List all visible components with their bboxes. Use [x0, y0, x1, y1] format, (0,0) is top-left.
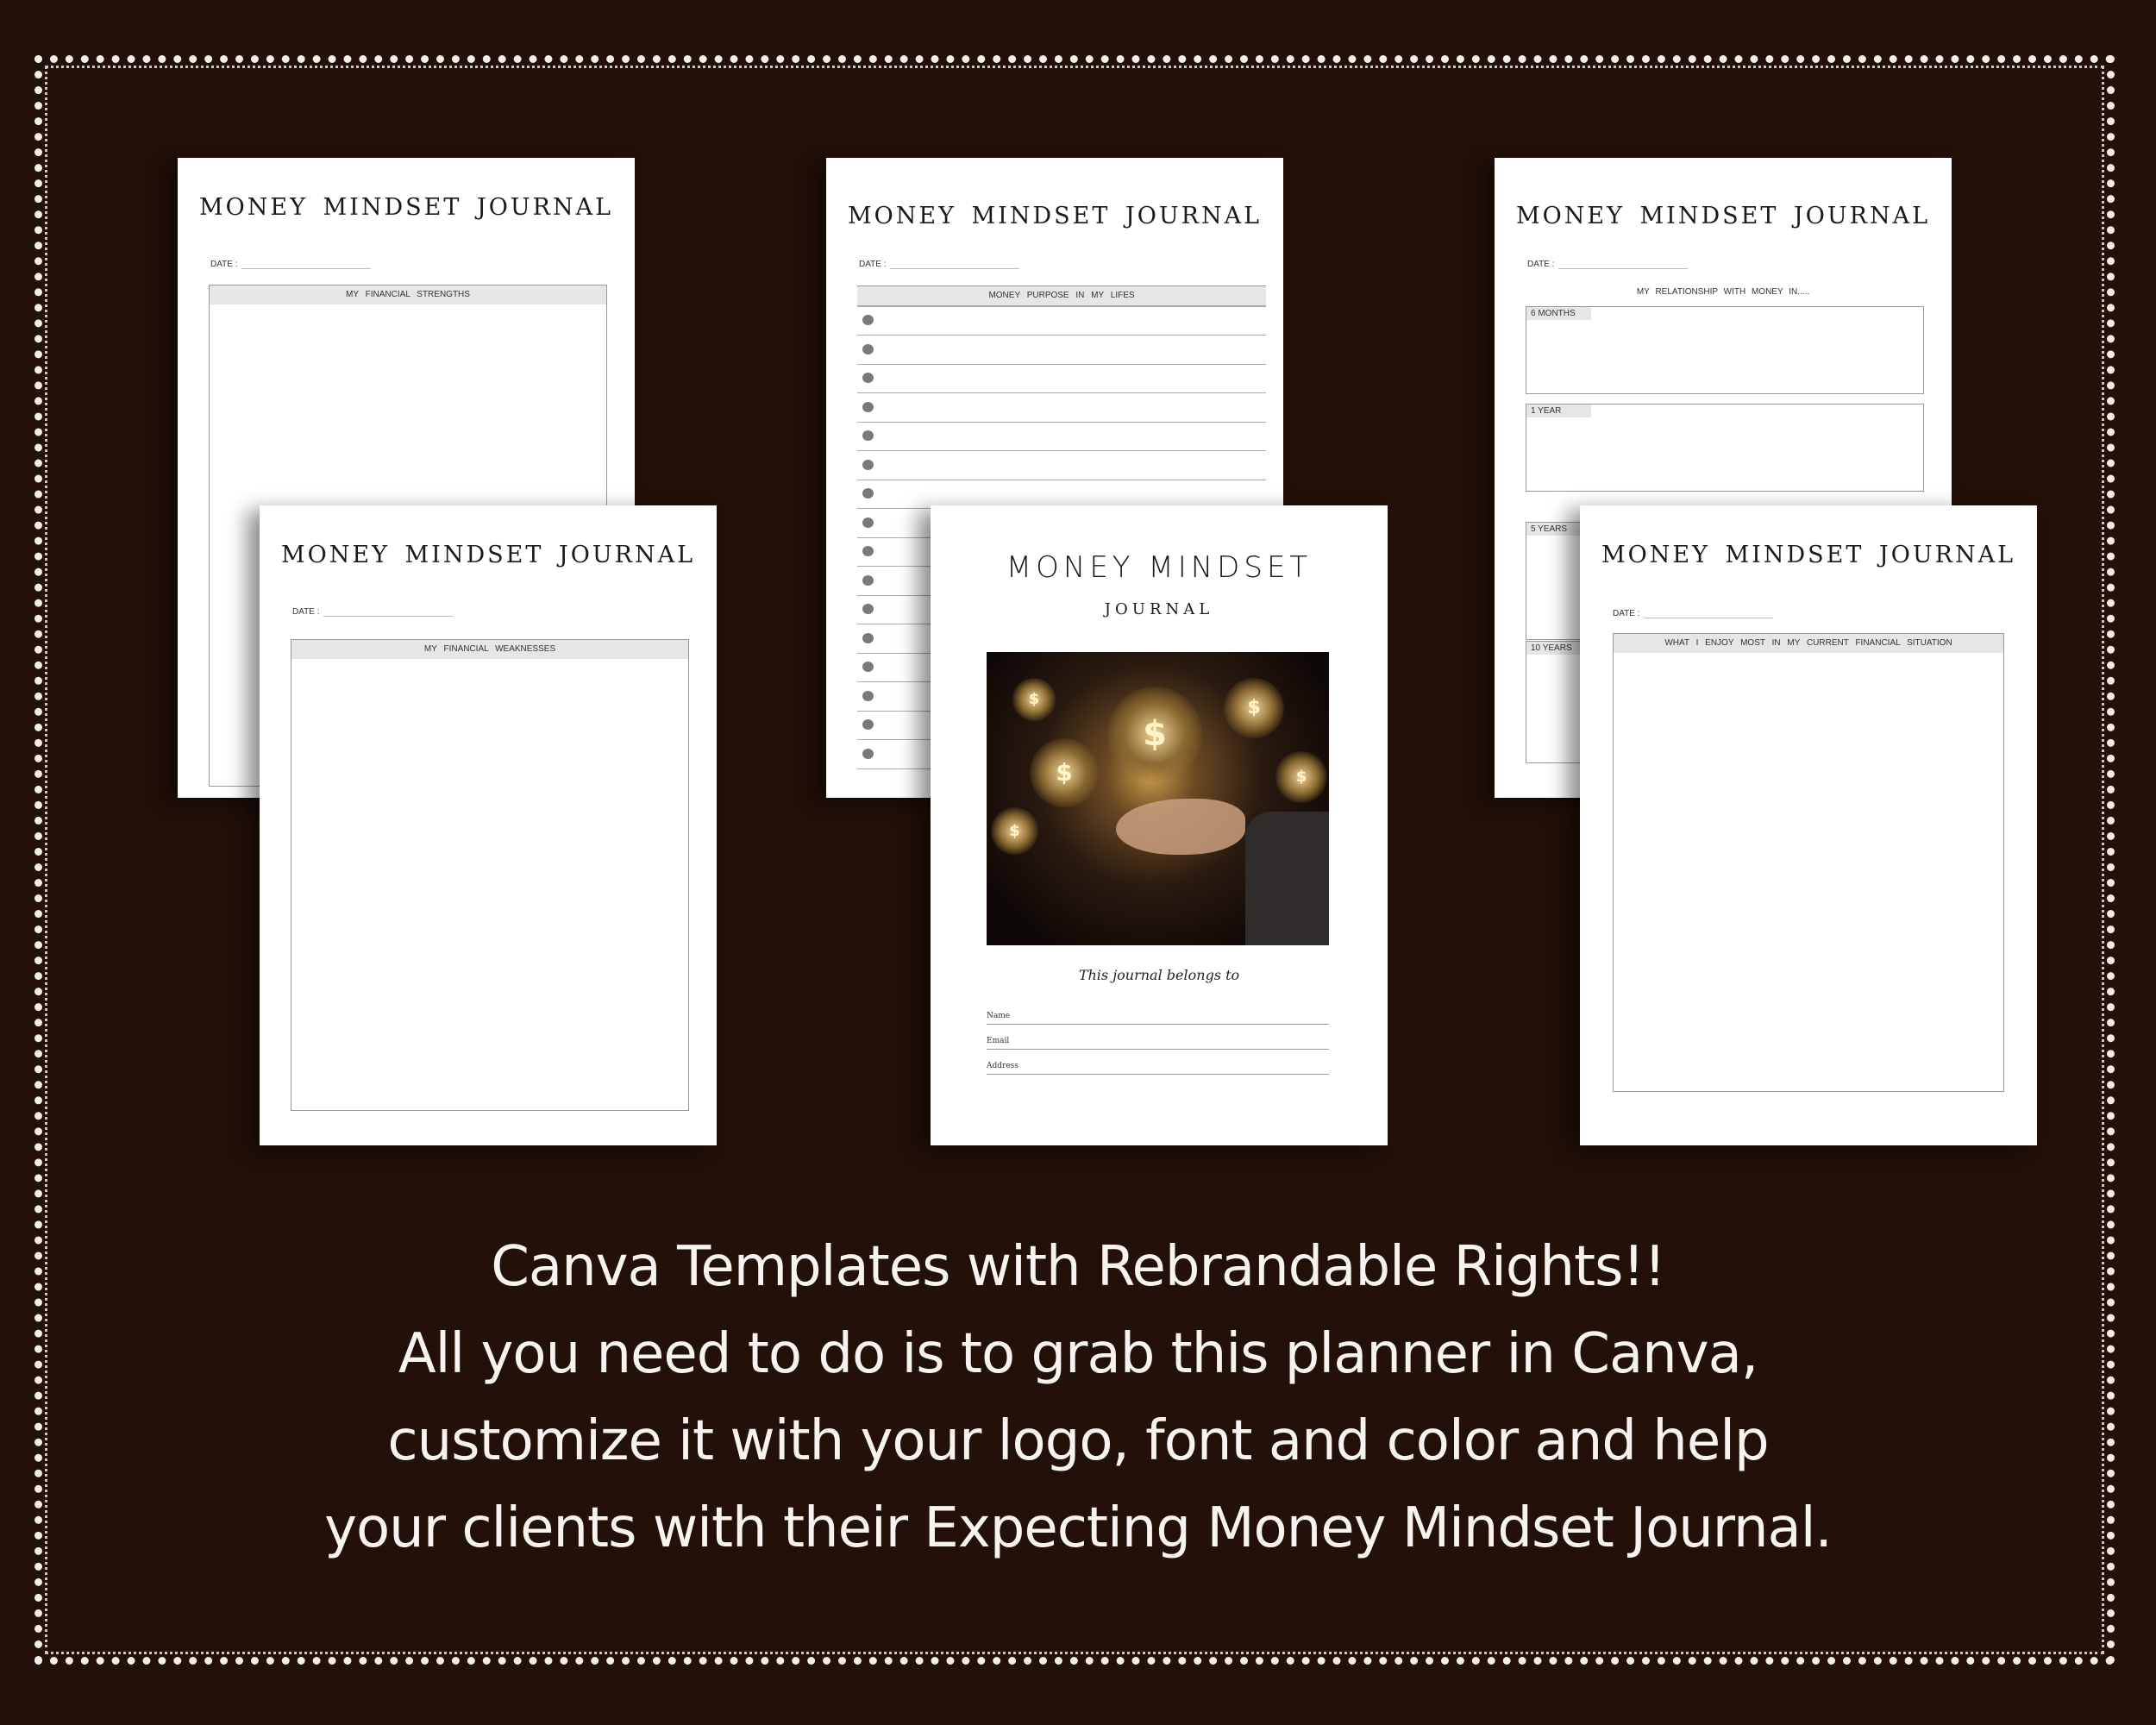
- caption-line-4: your clients with their Expecting Money …: [324, 1496, 1833, 1560]
- bullet-line[interactable]: [857, 393, 1266, 423]
- bullet-icon: [862, 574, 874, 586]
- address-label: Address: [987, 1062, 1018, 1070]
- belongs-to-label: This journal belongs to: [1078, 967, 1240, 983]
- period-label: 1 YEAR: [1526, 405, 1591, 417]
- date-line: [323, 616, 453, 617]
- period-box: 1 YEAR: [1526, 404, 1924, 492]
- bullet-icon: [862, 373, 874, 383]
- name-field[interactable]: Name: [987, 1003, 1329, 1025]
- bullet-icon: [862, 546, 874, 556]
- date-line: [241, 268, 371, 269]
- bullet-line[interactable]: [857, 480, 1266, 509]
- bullet-icon: [862, 748, 874, 759]
- caption-line-1: Canva Templates with Rebrandable Rights!…: [491, 1235, 1666, 1299]
- sleeve-shape: [1245, 812, 1329, 945]
- bullet-icon: [862, 517, 874, 528]
- dollar-coin-icon: $: [991, 807, 1038, 855]
- caption-line-2: All you need to do is to grab this plann…: [398, 1322, 1758, 1386]
- page-title: MONEY MINDSET JOURNAL: [848, 203, 1262, 229]
- name-label: Name: [987, 1012, 1011, 1020]
- enjoy-box: WHAT I ENJOY MOST IN MY CURRENT FINANCIA…: [1613, 633, 2004, 1092]
- page-cover: MONEY MINDSET JOURNAL $ $ $ $ $ $ This j…: [931, 505, 1388, 1145]
- bullet-line[interactable]: [857, 364, 1266, 393]
- date-label: DATE :: [1613, 609, 1640, 618]
- cover-title: MONEY MINDSET: [1006, 550, 1313, 585]
- bullet-line[interactable]: [857, 422, 1266, 451]
- bullet-icon: [862, 690, 874, 701]
- weaknesses-box: MY FINANCIAL WEAKNESSES: [291, 639, 689, 1111]
- bullet-icon: [862, 604, 874, 614]
- address-field[interactable]: Address: [987, 1053, 1329, 1075]
- bullet-icon: [862, 488, 874, 499]
- bullet-icon: [862, 401, 874, 412]
- date-label: DATE :: [859, 260, 887, 269]
- email-field[interactable]: Email: [987, 1028, 1329, 1050]
- dollar-coin-icon: $: [1224, 678, 1284, 738]
- caption-line-3: customize it with your logo, font and co…: [387, 1409, 1769, 1473]
- dollar-coin-icon: $: [1275, 751, 1327, 803]
- bullet-icon: [862, 662, 874, 672]
- date-label: DATE :: [1527, 260, 1555, 269]
- date-line: [890, 268, 1019, 269]
- bullet-line[interactable]: [857, 306, 1266, 336]
- date-label: DATE :: [210, 260, 238, 269]
- bullet-icon: [862, 430, 874, 441]
- bullet-icon: [862, 632, 874, 643]
- page-title: MONEY MINDSET JOURNAL: [199, 194, 613, 221]
- page-title: MONEY MINDSET JOURNAL: [1601, 542, 2015, 568]
- period-label: 6 MONTHS: [1526, 307, 1591, 320]
- dollar-coin-icon: $: [1030, 738, 1099, 807]
- hand-icon: [1116, 799, 1245, 855]
- bullet-icon: [862, 315, 874, 325]
- hand-with-dollar-network-image: $ $ $ $ $ $: [987, 652, 1329, 945]
- bullet-icon: [862, 343, 874, 354]
- bullet-line[interactable]: [857, 336, 1266, 365]
- page-enjoy-most: MONEY MINDSET JOURNAL DATE : WHAT I ENJO…: [1580, 505, 2037, 1145]
- page-title: MONEY MINDSET JOURNAL: [281, 542, 695, 568]
- cover-subtitle: JOURNAL: [1104, 600, 1214, 618]
- page-financial-weaknesses: MONEY MINDSET JOURNAL DATE : MY FINANCIA…: [260, 505, 717, 1145]
- email-label: Email: [987, 1037, 1010, 1045]
- bullet-line[interactable]: [857, 451, 1266, 480]
- dollar-coin-icon: $: [1012, 678, 1056, 721]
- period-box: 6 MONTHS: [1526, 306, 1924, 394]
- section-header: MY FINANCIAL WEAKNESSES: [291, 640, 688, 659]
- dollar-coin-icon: $: [1107, 687, 1202, 781]
- bullet-icon: [862, 459, 874, 470]
- bullet-icon: [862, 719, 874, 730]
- relationship-subtitle: MY RELATIONSHIP WITH MONEY IN.....: [1636, 287, 1810, 297]
- section-header: MY FINANCIAL STRENGTHS: [210, 285, 606, 304]
- section-header: WHAT I ENJOY MOST IN MY CURRENT FINANCIA…: [1614, 634, 2003, 653]
- section-header: MONEY PURPOSE IN MY LIFES: [857, 285, 1266, 307]
- date-label: DATE :: [292, 607, 320, 617]
- date-line: [1558, 268, 1688, 269]
- page-title: MONEY MINDSET JOURNAL: [1516, 203, 1930, 229]
